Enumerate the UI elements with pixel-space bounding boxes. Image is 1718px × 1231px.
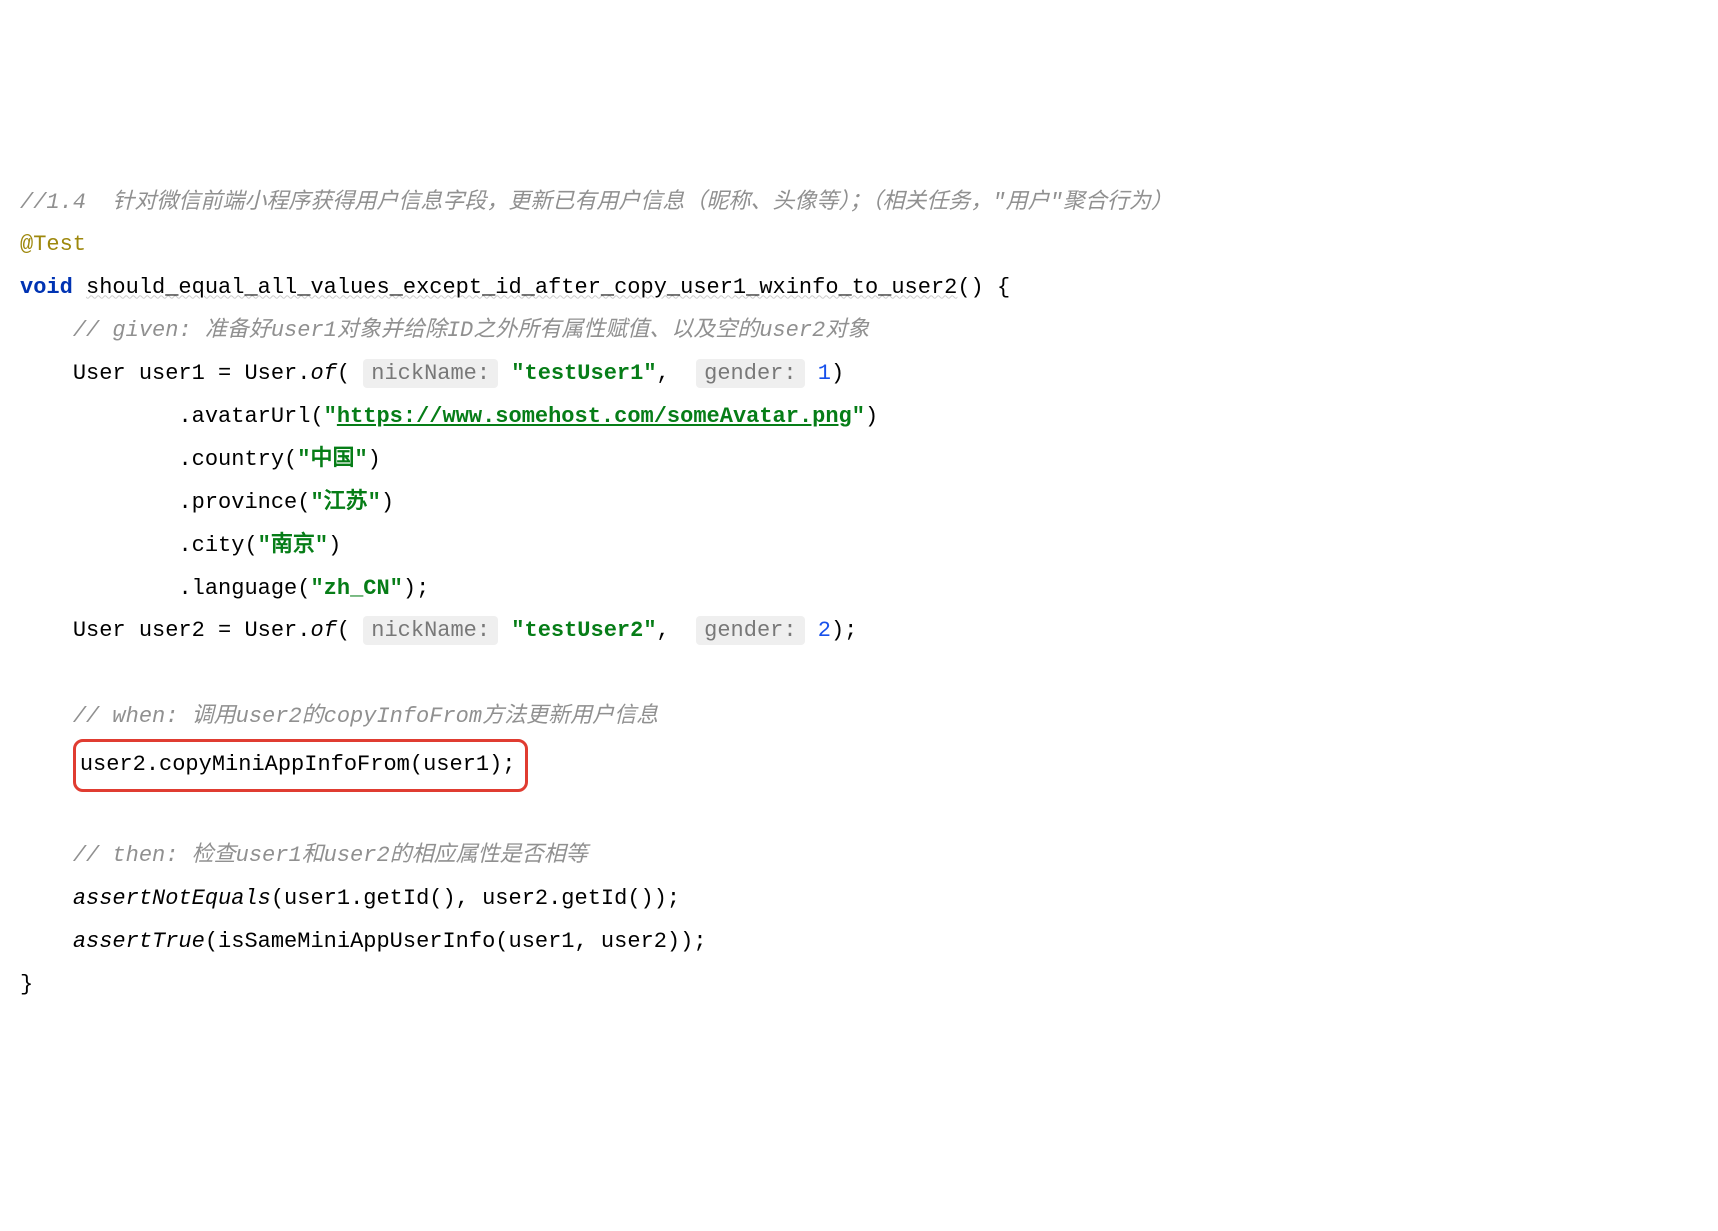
paren-close: ): [381, 490, 394, 515]
city-call: .city(: [178, 533, 257, 558]
nickname-hint: nickName:: [363, 359, 498, 388]
gender-1-number: 1: [818, 361, 831, 386]
language-string: "zh_CN": [310, 576, 402, 601]
paren-close-semi: );: [403, 576, 429, 601]
paren-close: ): [328, 533, 341, 558]
code-editor[interactable]: //1.4 针对微信前端小程序获得用户信息字段，更新已有用户信息（昵称、头像等）…: [20, 182, 1698, 1007]
method-paren: () {: [957, 275, 1010, 300]
avatar-url-string: https://www.somehost.com/someAvatar.png: [337, 404, 852, 429]
language-call: .language(: [178, 576, 310, 601]
paren-open: (: [337, 618, 363, 643]
highlighted-line: user2.copyMiniAppInfoFrom(user1);: [73, 739, 529, 792]
testuser2-string: "testUser2": [511, 618, 656, 643]
quote-open: ": [324, 404, 337, 429]
gender-hint: gender:: [696, 359, 804, 388]
then-comment: // then: 检查user1和user2的相应属性是否相等: [73, 843, 588, 868]
assert-true: assertTrue: [73, 929, 205, 954]
gender-2-number: 2: [818, 618, 831, 643]
country-string: "中国": [297, 447, 367, 472]
closing-brace: }: [20, 972, 33, 997]
copy-call: user2.copyMiniAppInfoFrom(user1);: [80, 752, 516, 777]
avatarurl-call: .avatarUrl(: [178, 404, 323, 429]
province-string: "江苏": [310, 490, 380, 515]
quote-close: ": [852, 404, 865, 429]
of-method: of: [310, 361, 336, 386]
user2-decl: User user2 = User.: [73, 618, 311, 643]
city-string: "南京": [258, 533, 328, 558]
when-comment: // when: 调用user2的copyInfoFrom方法更新用户信息: [73, 704, 658, 729]
assert-not-equals: assertNotEquals: [73, 886, 271, 911]
testuser1-string: "testUser1": [511, 361, 656, 386]
comma: ,: [657, 361, 697, 386]
gender-hint-2: gender:: [696, 616, 804, 645]
given-comment: // given: 准备好user1对象并给除ID之外所有属性赋值、以及空的us…: [73, 318, 869, 343]
paren-close: ): [368, 447, 381, 472]
user1-decl: User user1 = User.: [73, 361, 311, 386]
nickname-hint-2: nickName:: [363, 616, 498, 645]
paren-close: ): [831, 361, 844, 386]
comma: ,: [657, 618, 697, 643]
assert-args-2: (isSameMiniAppUserInfo(user1, user2));: [205, 929, 707, 954]
paren-open: (: [337, 361, 363, 386]
country-call: .country(: [178, 447, 297, 472]
test-method-name: should_equal_all_values_except_id_after_…: [86, 275, 957, 300]
assert-args-1: (user1.getId(), user2.getId());: [271, 886, 680, 911]
paren-close-semi: );: [831, 618, 857, 643]
province-call: .province(: [178, 490, 310, 515]
void-keyword: void: [20, 275, 73, 300]
paren-close: ): [865, 404, 878, 429]
test-annotation: @Test: [20, 232, 86, 257]
task-comment: //1.4 针对微信前端小程序获得用户信息字段，更新已有用户信息（昵称、头像等）…: [20, 190, 1173, 215]
of-method-2: of: [310, 618, 336, 643]
